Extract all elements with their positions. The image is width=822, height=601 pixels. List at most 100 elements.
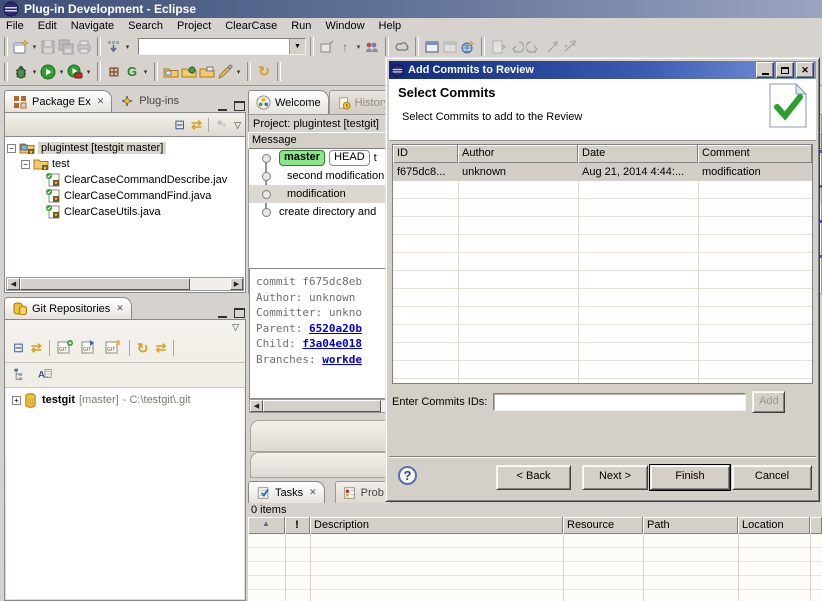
- synchronize-icon[interactable]: ↻: [255, 63, 273, 81]
- maximize-view-button[interactable]: [233, 101, 246, 112]
- nav-annotation-icon[interactable]: [489, 38, 507, 56]
- create-repository-button[interactable]: GIT: [105, 339, 122, 358]
- help-button[interactable]: ?: [398, 466, 417, 485]
- dialog-titlebar[interactable]: Add Commits to Review ✕: [389, 61, 816, 79]
- tab-package-explorer[interactable]: Package Ex ✕: [4, 90, 112, 112]
- clone-repository-button[interactable]: GIT: [81, 339, 98, 358]
- launch-combo-caret[interactable]: ▼: [289, 39, 305, 54]
- reload-button[interactable]: ⇄: [156, 340, 167, 356]
- column-description[interactable]: Description: [310, 517, 563, 534]
- run-button[interactable]: [39, 63, 57, 81]
- next-button[interactable]: Next >: [582, 465, 648, 490]
- commit-up-dropdown[interactable]: ▾: [354, 43, 363, 51]
- tree-item-folder[interactable]: − test: [5, 156, 245, 172]
- tab-tasks[interactable]: Tasks ✕: [248, 481, 325, 503]
- parent-commit-link[interactable]: 6520a20b: [309, 322, 362, 335]
- run-dropdown[interactable]: ▾: [57, 68, 66, 76]
- column-id[interactable]: ID: [393, 145, 458, 163]
- scroll-right-button[interactable]: ▶: [230, 278, 243, 290]
- launch-config-icon[interactable]: [318, 38, 336, 56]
- column-path[interactable]: Path: [643, 517, 738, 534]
- commit-up-icon[interactable]: ↑: [336, 38, 354, 56]
- collapse-all-button[interactable]: ⊟: [174, 117, 185, 133]
- finish-button[interactable]: Finish: [650, 465, 730, 490]
- menu-help[interactable]: Help: [373, 19, 410, 33]
- collapse-toggle[interactable]: −: [7, 144, 16, 153]
- minimize-view-button[interactable]: [216, 308, 229, 319]
- close-tab-icon[interactable]: ✕: [97, 96, 105, 107]
- open-plugin-folder-icon[interactable]: [180, 63, 198, 81]
- scrollbar-thumb[interactable]: [20, 278, 190, 290]
- dialog-maximize-button[interactable]: [776, 62, 794, 78]
- menu-run[interactable]: Run: [285, 19, 319, 33]
- sort-button[interactable]: A: [37, 367, 53, 384]
- tab-git-repositories[interactable]: Git Repositories ✕: [4, 297, 132, 319]
- clearcase-button[interactable]: G: [123, 63, 141, 81]
- scrollbar-thumb[interactable]: [263, 400, 381, 412]
- link-with-editor-button[interactable]: ⇄: [191, 117, 202, 133]
- filters-button[interactable]: [215, 117, 228, 133]
- launch-combo[interactable]: ▼: [138, 38, 306, 55]
- menu-clearcase[interactable]: ClearCase: [219, 19, 285, 33]
- horizontal-scrollbar[interactable]: ◀ ▶: [6, 277, 244, 291]
- last-tool-button[interactable]: [105, 38, 123, 56]
- column-resource[interactable]: Resource: [563, 517, 643, 534]
- plugin-button[interactable]: ⊞: [105, 63, 123, 81]
- collapse-all-button[interactable]: ⊟: [13, 340, 24, 356]
- external-tools-dropdown[interactable]: ▾: [84, 68, 93, 76]
- close-tab-icon[interactable]: ✕: [116, 303, 124, 314]
- menu-edit[interactable]: Edit: [32, 19, 65, 33]
- print-button[interactable]: [75, 38, 93, 56]
- tab-plugins[interactable]: Plug-ins: [112, 90, 186, 112]
- column-date[interactable]: Date: [578, 145, 698, 163]
- scroll-left-button[interactable]: ◀: [250, 400, 263, 412]
- dialog-close-button[interactable]: ✕: [796, 62, 814, 78]
- back-button[interactable]: < Back: [496, 465, 571, 490]
- collapse-toggle[interactable]: −: [21, 160, 30, 169]
- refresh-button[interactable]: ↻: [137, 340, 149, 357]
- nav-forward-icon[interactable]: [525, 38, 543, 56]
- new-wizard-dropdown[interactable]: ▾: [30, 43, 39, 51]
- column-location[interactable]: Location: [738, 517, 810, 534]
- commit-table-row-selected[interactable]: f675dc8... unknown Aug 21, 2014 4:44:...…: [393, 163, 812, 181]
- add-commit-button[interactable]: Add: [752, 391, 785, 413]
- maximize-view-button[interactable]: [233, 308, 246, 319]
- hierarchy-layout-button[interactable]: [13, 367, 28, 384]
- tree-item-file[interactable]: ClearCaseCommandDescribe.jav: [5, 172, 245, 188]
- menu-search[interactable]: Search: [122, 19, 171, 33]
- external-tools-button[interactable]: [66, 63, 84, 81]
- dialog-minimize-button[interactable]: [756, 62, 774, 78]
- cloud-icon[interactable]: [393, 38, 411, 56]
- nav-back-icon[interactable]: [507, 38, 525, 56]
- expand-toggle[interactable]: +: [12, 396, 21, 405]
- window-faded-icon[interactable]: [441, 38, 459, 56]
- new-wizard-button[interactable]: [12, 38, 30, 56]
- link-with-selection-button[interactable]: ⇄: [31, 340, 42, 356]
- add-repository-button[interactable]: GIT: [57, 339, 74, 358]
- last-tool-dropdown[interactable]: ▾: [123, 43, 132, 51]
- column-severity[interactable]: !: [285, 517, 310, 534]
- tree-item-project[interactable]: − plugintest [testgit master]: [5, 140, 245, 156]
- view-menu-button[interactable]: ▽: [232, 322, 239, 333]
- team-icon[interactable]: [363, 38, 381, 56]
- commit-ids-input[interactable]: [493, 393, 746, 411]
- column-message[interactable]: Message: [248, 132, 408, 149]
- open-resource-folder-icon[interactable]: [162, 63, 180, 81]
- save-all-button[interactable]: [57, 38, 75, 56]
- tree-item-file[interactable]: ClearCaseUtils.java: [5, 204, 245, 220]
- tab-welcome[interactable]: Welcome: [248, 90, 329, 114]
- close-tab-icon[interactable]: ✕: [309, 487, 317, 498]
- save-button[interactable]: [39, 38, 57, 56]
- view-menu-button[interactable]: ▽: [234, 120, 241, 131]
- debug-dropdown[interactable]: ▾: [30, 68, 39, 76]
- minimize-view-button[interactable]: [216, 101, 229, 112]
- child-commit-link[interactable]: f3a04e018: [302, 337, 362, 350]
- tab-problems[interactable]: Prob: [335, 481, 392, 503]
- branch-link[interactable]: workde: [322, 353, 362, 366]
- annotate-dropdown[interactable]: ▾: [234, 68, 243, 76]
- column-author[interactable]: Author: [458, 145, 578, 163]
- menu-navigate[interactable]: Navigate: [65, 19, 122, 33]
- open-archive-folder-icon[interactable]: [198, 63, 216, 81]
- scroll-left-button[interactable]: ◀: [7, 278, 20, 290]
- menu-window[interactable]: Window: [319, 19, 372, 33]
